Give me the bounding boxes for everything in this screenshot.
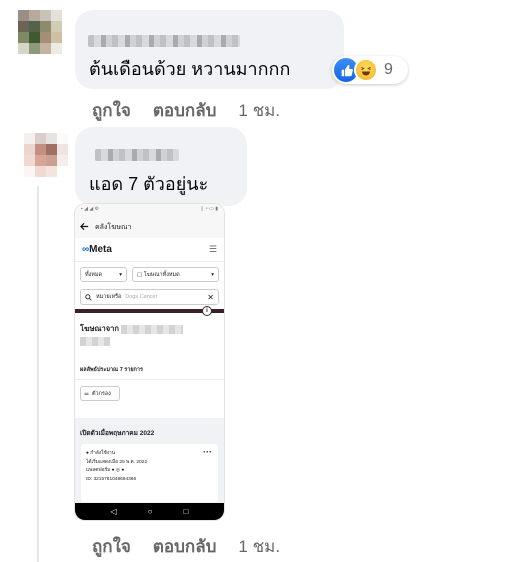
comment-actions: ถูกใจ ตอบกลับ 1 ชม. xyxy=(92,97,280,124)
comment-bubble: แอด 7 ตัวอยู่นะ xyxy=(75,127,247,206)
reaction-summary[interactable]: 9 xyxy=(332,56,408,84)
reply-button[interactable]: ตอบกลับ xyxy=(153,97,217,124)
ad-card[interactable]: ··· ● กำลังใช้งาน ได้เริ่มแสดงเมื่อ 25 พ… xyxy=(81,444,218,502)
reply-button[interactable]: ตอบกลับ xyxy=(153,533,217,560)
advertiser-name xyxy=(80,337,110,346)
more-options-icon[interactable]: ··· xyxy=(203,448,212,457)
close-icon[interactable]: ✕ xyxy=(207,293,214,302)
ad-search-input[interactable]: หมายเหรือ Dogs Cancer ✕ xyxy=(80,289,219,305)
back-icon[interactable]: ◁ xyxy=(111,507,117,516)
phone-status-bar: ▪ ◢ ◢ ⚙ ▯ ◔ ▭ ▮ xyxy=(75,204,224,216)
meta-header: ∞Meta ☰ xyxy=(75,238,224,262)
ad-type-icon: ▢ xyxy=(137,271,144,278)
results-count: ผลลัพธ์ประมาณ 7 รายการ xyxy=(75,348,224,380)
ad-type-select[interactable]: ▢ โฆษณาทั้งหมด ▾ xyxy=(132,267,219,282)
avatar[interactable] xyxy=(24,133,68,177)
like-button[interactable]: ถูกใจ xyxy=(92,97,131,124)
attached-image[interactable]: ▪ ◢ ◢ ⚙ ▯ ◔ ▭ ▮ คลังโฆษณา ∞Meta ☰ ทั้งหมด… xyxy=(75,204,224,520)
platform-icons: ● ◎ ● xyxy=(111,468,125,473)
menu-icon[interactable]: ☰ xyxy=(209,244,217,255)
home-icon[interactable]: ○ xyxy=(148,507,153,516)
status-badge: กำลังใช้งาน xyxy=(90,451,116,456)
ad-library-header: คลังโฆษณา xyxy=(75,216,224,238)
comment-bubble: ต้นเดือนด้วย หวานมากกก xyxy=(75,10,344,89)
info-icon[interactable]: i xyxy=(202,306,212,316)
country-select[interactable]: ทั้งหมด ▾ xyxy=(80,267,127,282)
filter-icon: ⚌ xyxy=(84,390,89,397)
divider: i xyxy=(75,306,224,316)
started-date: ได้เริ่มแสดงเมื่อ 25 พ.ค. 2022 xyxy=(86,459,148,465)
android-nav-bar: ◁ ○ □ xyxy=(75,503,224,520)
comment-timestamp[interactable]: 1 ชม. xyxy=(238,97,280,124)
recents-icon[interactable]: □ xyxy=(184,507,189,516)
search-icon xyxy=(85,293,92,301)
comment-actions: ถูกใจ ตอบกลับ 1 ชม. xyxy=(92,533,280,560)
ad-id: ID: 3215781048694366 xyxy=(86,476,137,482)
meta-logo: ∞Meta xyxy=(82,244,112,255)
ads-from-title: โฆษณาจาก xyxy=(75,313,224,337)
ad-library-title: คลังโฆษณา xyxy=(95,223,132,231)
commenter-name[interactable] xyxy=(88,35,240,47)
reaction-count: 9 xyxy=(384,61,393,78)
comment-text: แอด 7 ตัวอยู่นะ xyxy=(89,174,209,194)
back-arrow-icon[interactable] xyxy=(80,222,89,233)
commenter-name[interactable] xyxy=(95,149,179,161)
comment-text: ต้นเดือนด้วย หวานมากกก xyxy=(89,59,291,79)
haha-icon xyxy=(354,58,378,82)
filter-button[interactable]: ⚌ ตัวกรอง xyxy=(80,386,120,401)
reply-thread-line xyxy=(37,186,39,562)
avatar[interactable] xyxy=(18,10,62,54)
like-button[interactable]: ถูกใจ xyxy=(92,533,131,560)
comment-timestamp[interactable]: 1 ชม. xyxy=(238,533,280,560)
launched-heading: เปิดตัวเมื่อพฤษภาคม 2022 xyxy=(80,430,155,437)
